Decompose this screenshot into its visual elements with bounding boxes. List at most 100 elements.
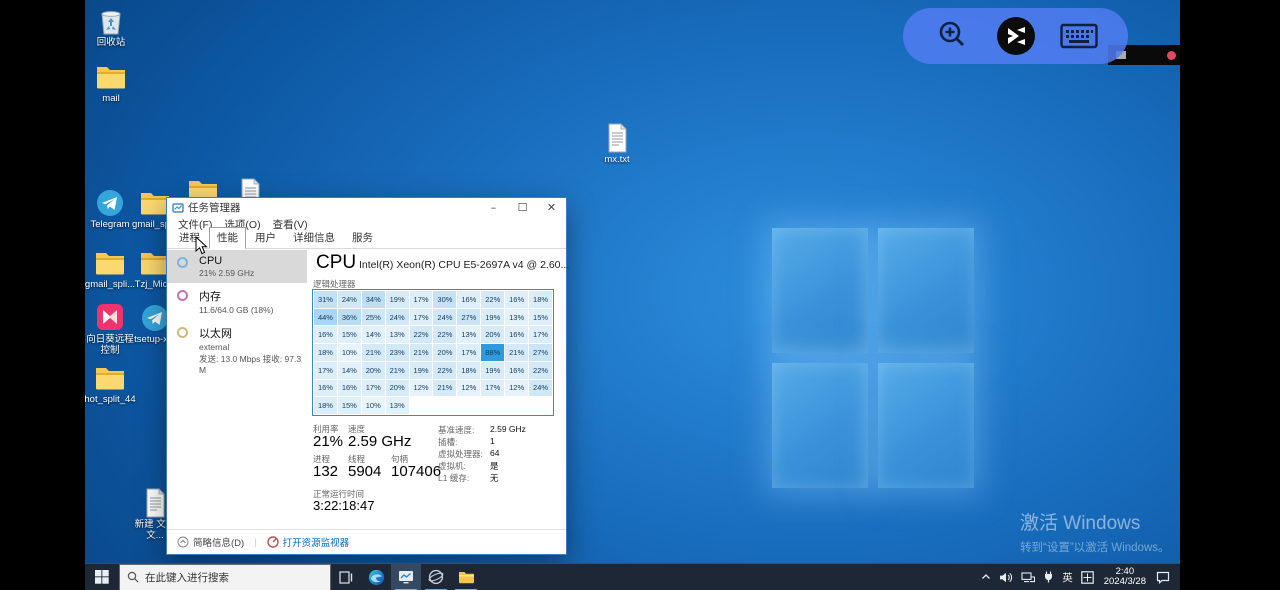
fewer-details-button[interactable]: 简略信息(D)	[177, 535, 244, 549]
folder-icon	[95, 62, 127, 92]
task-manager-window: 任务管理器 – ☐ ✕ 文件(F)选项(O)查看(V) 进程性能用户详细信息服务…	[166, 197, 567, 555]
uptime-value: 3:22:18:47	[313, 498, 374, 513]
desktop-icon-mail[interactable]: mail	[85, 62, 137, 105]
logical-processor-cell-38: 21%	[505, 344, 528, 361]
memory-graph-icon	[177, 290, 188, 301]
logical-processor-cell-2: 34%	[362, 291, 385, 308]
logical-processor-cell-58: 12%	[505, 380, 528, 397]
task-manager-taskbar-button[interactable]	[391, 564, 421, 590]
keyboard-button[interactable]	[1059, 16, 1099, 56]
logical-processor-cell-15: 24%	[433, 309, 456, 326]
logical-processor-cell-1: 24%	[338, 291, 361, 308]
logical-processor-cell-17: 19%	[481, 309, 504, 326]
mouse-cursor	[195, 236, 208, 255]
maximize-button[interactable]: ☐	[508, 198, 537, 217]
logical-processor-cell-56: 12%	[457, 380, 480, 397]
virtual-machine-row: 虚拟机: 是	[438, 460, 558, 472]
logical-processor-cell-14: 17%	[410, 309, 433, 326]
edge-button[interactable]	[361, 564, 391, 590]
logical-processor-cell-43: 21%	[386, 362, 409, 379]
logical-processor-cell-10: 44%	[314, 309, 337, 326]
keyboard-icon	[1060, 22, 1098, 50]
logical-processor-cell-44: 19%	[410, 362, 433, 379]
logical-processor-cell-27: 20%	[481, 326, 504, 343]
window-title: 任务管理器	[188, 200, 241, 215]
file-explorer-button[interactable]	[451, 564, 481, 590]
sidebar-item-cpu[interactable]: CPU 21% 2.59 GHz	[167, 250, 307, 283]
folder-icon	[94, 248, 126, 278]
telegram-icon	[94, 188, 126, 218]
logical-processor-cell-11: 36%	[338, 309, 361, 326]
remote-desktop-button[interactable]	[996, 16, 1036, 56]
logical-processor-cell-5: 30%	[433, 291, 456, 308]
resource-monitor-icon	[267, 536, 279, 548]
cpu-model: Intel(R) Xeon(R) CPU E5-2697A v4 @ 2.60.…	[359, 259, 569, 271]
logical-processor-cell-32: 21%	[362, 344, 385, 361]
logical-processor-cell-6: 16%	[457, 291, 480, 308]
logical-processor-cell-45: 22%	[433, 362, 456, 379]
sockets-row: 插槽: 1	[438, 436, 558, 448]
activation-watermark: 激活 Windows 转到“设置”以激活 Windows。	[1020, 508, 1170, 555]
app-circle-icon	[428, 569, 444, 585]
logical-processor-cell-62: 10%	[362, 397, 385, 414]
icon-label: hot_split_44	[84, 395, 136, 406]
logical-processor-cell-22: 14%	[362, 326, 385, 343]
open-resource-monitor-link[interactable]: 打开资源监视器	[267, 535, 350, 549]
start-button[interactable]	[85, 564, 119, 590]
screen: 激活 Windows 转到“设置”以激活 Windows。 回收站mailTel…	[0, 0, 1280, 590]
logical-processor-cell-50: 16%	[314, 380, 337, 397]
minimize-button[interactable]: –	[479, 198, 508, 217]
ime-grid-icon	[1081, 571, 1094, 584]
ime-button[interactable]	[1077, 564, 1098, 590]
logical-processor-cell-4: 17%	[410, 291, 433, 308]
folder-icon	[94, 363, 126, 393]
chevron-up-icon	[981, 573, 991, 581]
tab-服务[interactable]: 服务	[344, 227, 381, 248]
logical-processor-cell-8: 16%	[505, 291, 528, 308]
clock[interactable]: 2:40 2024/3/28	[1098, 567, 1152, 588]
close-button[interactable]: ✕	[537, 198, 566, 217]
sidebar-item-ethernet[interactable]: 以太网 external 发送: 13.0 Mbps 接收: 97.3 M	[167, 320, 307, 380]
network-icon	[1021, 572, 1035, 583]
taskbar-search-input[interactable]: 在此键入进行搜索	[119, 564, 331, 590]
window-controls: – ☐ ✕	[479, 198, 566, 217]
titlebar[interactable]: 任务管理器 – ☐ ✕	[167, 198, 566, 217]
tray-expand-button[interactable]	[977, 564, 995, 590]
sidebar-item-memory[interactable]: 内存 11.6/64.0 GB (18%)	[167, 283, 307, 320]
logical-processor-cell-51: 16%	[338, 380, 361, 397]
app-circle-button[interactable]	[421, 564, 451, 590]
desktop-icon-回收站[interactable]: 回收站	[85, 6, 137, 49]
action-center-button[interactable]	[1152, 564, 1180, 590]
l1-cache-row: L1 缓存: 无	[438, 472, 558, 484]
logical-processor-cell-0: 31%	[314, 291, 337, 308]
logical-processor-cell-59: 24%	[529, 380, 552, 397]
windows-logo-icon	[95, 570, 109, 584]
tab-详细信息[interactable]: 详细信息	[285, 227, 343, 248]
logical-processor-cell-30: 18%	[314, 344, 337, 361]
logical-processor-cell-36: 17%	[457, 344, 480, 361]
network-button[interactable]	[1017, 564, 1039, 590]
tab-性能[interactable]: 性能	[209, 227, 246, 249]
desktop-icon-hot_split_44[interactable]: hot_split_44	[84, 363, 136, 406]
language-indicator[interactable]: 英	[1058, 570, 1077, 585]
task-view-button[interactable]	[331, 564, 361, 590]
plugin-button[interactable]	[1039, 564, 1058, 590]
desktop-icon-mx-txt[interactable]: mx.txt	[591, 123, 643, 166]
taskbar: 在此键入进行搜索	[85, 563, 1180, 590]
footer-separator: |	[254, 537, 256, 548]
logical-processor-cell-48: 16%	[505, 362, 528, 379]
plug-icon	[1043, 571, 1054, 583]
logical-processor-cell-28: 16%	[505, 326, 528, 343]
cpu-graph-icon	[177, 257, 188, 268]
logical-processor-cell-53: 20%	[386, 380, 409, 397]
logical-processor-cell-33: 23%	[386, 344, 409, 361]
tray-date: 2024/3/28	[1104, 577, 1146, 588]
logical-processor-cell-19: 15%	[529, 309, 552, 326]
tab-用户[interactable]: 用户	[247, 227, 284, 248]
speaker-icon	[999, 572, 1013, 583]
volume-button[interactable]	[995, 564, 1017, 590]
logical-processor-cell-39: 27%	[529, 344, 552, 361]
zoom-in-button[interactable]	[933, 16, 973, 56]
zoom-in-icon	[935, 18, 971, 54]
sunflower-icon	[94, 303, 126, 333]
